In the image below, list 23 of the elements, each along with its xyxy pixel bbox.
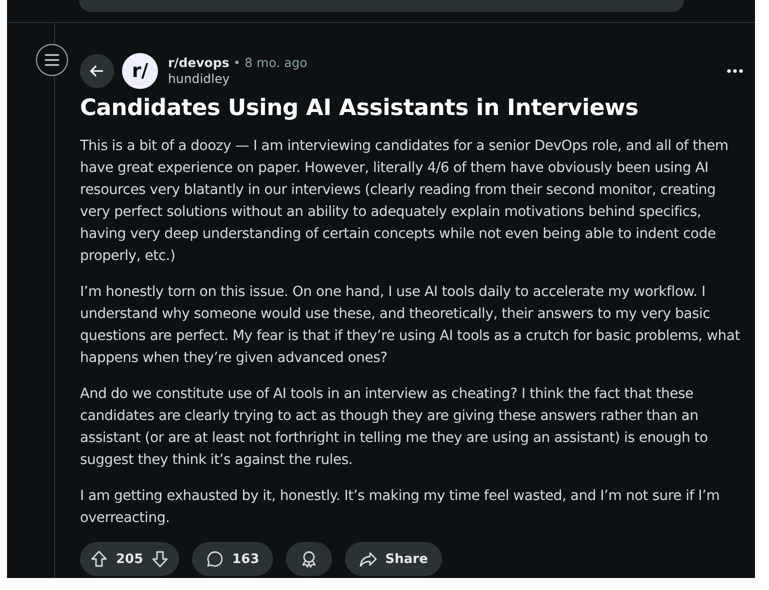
- share-button[interactable]: Share: [345, 542, 442, 576]
- comments-button[interactable]: 163: [192, 542, 274, 576]
- share-arrow-icon: [359, 550, 378, 568]
- post-paragraph: I am getting exhausted by it, honestly. It’s making my time feel wasted, and I’m not sure if I’m overreacting.: [80, 487, 721, 528]
- downvote-icon[interactable]: [151, 550, 170, 568]
- upvote-icon[interactable]: [90, 550, 108, 568]
- menu-icon: [44, 53, 60, 67]
- subreddit-link[interactable]: r/devops: [168, 55, 230, 70]
- back-arrow-icon: [89, 63, 105, 79]
- menu-button[interactable]: [36, 44, 68, 76]
- post-paragraph: I’m honestly torn on this issue. On one hand, I use AI tools daily to accelerate my workflow. I understand why someone would use these, and theoretically, their answers to my very basic questions are perfect. My fear is that if they’re using AI tools as a crutch for basic problems, what happens when they’re given advanced ones?: [80, 283, 740, 368]
- author-name[interactable]: hundidley: [168, 71, 719, 87]
- post-paragraph: This is a bit of a doozy — I am interviewing candidates for a senior DevOps role, and all of them have great experience on paper. However, literally 4/6 of them have obviously been using AI resources very blatantly in our interviews (clearly reading from their second monitor, creating very perfect solutions without an ability to adequately explain motivations behind specifics, having very deep understanding of certain concepts while not even being able to indent code properly, etc.): [80, 137, 730, 266]
- subreddit-avatar[interactable]: r/: [122, 53, 158, 89]
- vote-count: 205: [116, 552, 144, 566]
- more-options-icon[interactable]: [727, 69, 743, 73]
- award-button[interactable]: [286, 542, 332, 576]
- post-title: Candidates Using AI Assistants in Interviews: [80, 95, 640, 121]
- post-paragraph: And do we constitute use of AI tools in an interview as cheating? I think the fact that these candidates are clearly trying to act as though they are giving these answers rather than an assistant (or are at least not forthright in telling me they are using an assistant) is enough to suggest they think it’s against the rules.: [80, 385, 709, 470]
- award-icon: [300, 550, 318, 568]
- back-button[interactable]: [80, 54, 114, 88]
- comment-bubble-icon: [206, 550, 224, 568]
- post-age: • 8 mo. ago: [233, 55, 308, 70]
